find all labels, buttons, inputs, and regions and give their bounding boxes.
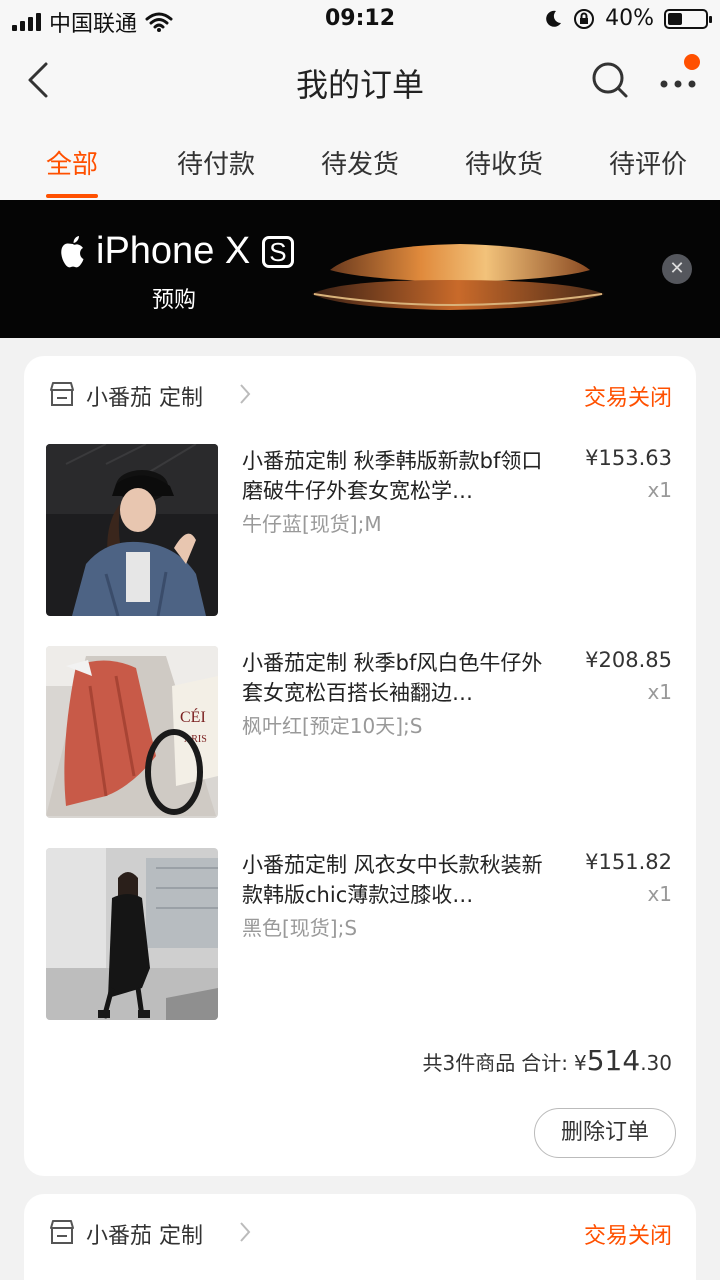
banner-brand-name: iPhone X	[96, 230, 251, 272]
banner-close-button[interactable]: ✕	[662, 254, 692, 284]
shop-header[interactable]: 小番茄 定制 交易关闭	[24, 356, 696, 436]
nav-bar: 我的订单	[0, 40, 720, 122]
shop-name[interactable]: 小番茄 定制	[86, 1218, 203, 1250]
status-right: 40%	[543, 6, 712, 31]
status-bar: 中国联通 09:12 40%	[0, 0, 720, 40]
tab-pending-shipment[interactable]: 待发货	[288, 122, 432, 200]
tab-pending-review[interactable]: 待评价	[576, 122, 720, 200]
order-item[interactable]: 小番茄定制 风衣女中长款秋装新款韩版chic薄款过膝收… 黑色[现货];S ¥1…	[24, 848, 696, 1022]
product-title[interactable]: 小番茄定制 秋季韩版新款bf领口磨破牛仔外套女宽松学…	[242, 446, 552, 506]
product-price: ¥208.85	[585, 648, 672, 672]
order-status: 交易关闭	[583, 1224, 672, 1249]
phone-image	[312, 244, 604, 310]
product-title[interactable]: 小番茄定制 秋季bf风白色牛仔外套女宽松百搭长袖翻边…	[242, 648, 552, 708]
banner-subtitle: 预购	[152, 288, 197, 313]
order-status: 交易关闭	[583, 386, 672, 411]
total-price: ¥514.30	[574, 1044, 672, 1077]
product-sku: 牛仔蓝[现货];M	[242, 512, 382, 536]
chevron-right-icon	[240, 384, 251, 404]
product-quantity: x1	[647, 478, 672, 502]
order-card[interactable]: 小番茄 定制 交易关闭	[24, 1194, 696, 1280]
shop-name[interactable]: 小番茄 定制	[86, 380, 203, 412]
more-button[interactable]	[656, 54, 700, 102]
chevron-right-icon	[240, 1222, 251, 1242]
order-summary: 共3件商品 合计: ¥514.30	[423, 1044, 672, 1077]
order-item[interactable]: 小番茄定制 秋季韩版新款bf领口磨破牛仔外套女宽松学… 牛仔蓝[现货];M ¥1…	[24, 444, 696, 618]
delete-order-button[interactable]: 删除订单	[534, 1108, 676, 1158]
order-card[interactable]: 小番茄 定制 交易关闭 小番茄定制 秋季韩版新款bf领口磨破牛仔外套女宽松学…	[24, 356, 696, 1176]
tab-pending-payment[interactable]: 待付款	[144, 122, 288, 200]
product-sku: 枫叶红[预定10天];S	[242, 714, 423, 738]
banner-brand: iPhone X S	[58, 230, 294, 273]
moon-icon	[546, 10, 562, 27]
shop-icon	[50, 382, 74, 406]
product-image[interactable]: CÉI ARIS	[46, 646, 218, 818]
total-integer: 514	[586, 1044, 641, 1077]
product-price: ¥153.63	[585, 446, 672, 470]
promo-banner[interactable]: iPhone X S 预购 ✕	[0, 200, 720, 338]
banner-s-badge: S	[262, 235, 294, 268]
item-count: 共3件商品	[422, 1051, 516, 1075]
search-icon[interactable]	[590, 60, 630, 100]
rotation-lock-icon	[574, 8, 595, 29]
battery-percent: 40%	[605, 6, 654, 31]
shop-header[interactable]: 小番茄 定制 交易关闭	[24, 1194, 696, 1274]
order-item[interactable]: CÉI ARIS 小番茄定制 秋季bf风白色牛仔外套女宽松百搭长袖翻边… 枫叶红…	[24, 646, 696, 820]
product-price: ¥151.82	[585, 850, 672, 874]
apple-logo-icon	[61, 235, 84, 267]
svg-text:CÉI: CÉI	[180, 707, 206, 726]
currency-symbol: ¥	[574, 1051, 587, 1075]
total-decimal: .30	[640, 1051, 672, 1075]
battery-icon	[664, 8, 712, 29]
order-tabs: 全部 待付款 待发货 待收货 待评价	[0, 122, 720, 200]
product-sku: 黑色[现货];S	[242, 916, 358, 940]
product-image[interactable]	[46, 848, 218, 1020]
product-quantity: x1	[647, 680, 672, 704]
shop-icon	[50, 1220, 74, 1244]
product-quantity: x1	[647, 882, 672, 906]
product-image[interactable]	[46, 444, 218, 616]
tab-pending-receipt[interactable]: 待收货	[432, 122, 576, 200]
notification-dot	[684, 54, 700, 70]
product-title[interactable]: 小番茄定制 风衣女中长款秋装新款韩版chic薄款过膝收…	[242, 850, 552, 910]
total-label: 合计:	[521, 1051, 568, 1075]
tab-all[interactable]: 全部	[0, 122, 144, 200]
